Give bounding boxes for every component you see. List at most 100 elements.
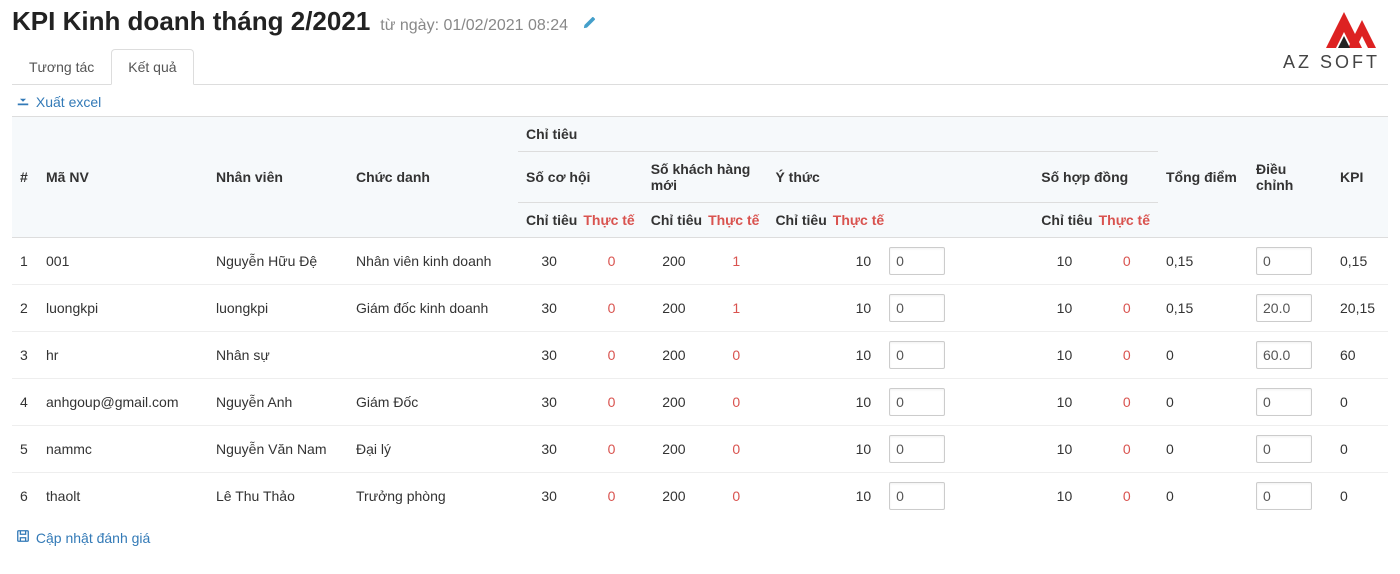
- cell-so-co-hoi-ct: 30: [518, 238, 580, 285]
- sub-so-hd: Chỉ tiêuThực tế: [1033, 203, 1158, 238]
- cell-so-hd-ct: 10: [1033, 238, 1095, 285]
- cell-so-hd-ct: 10: [1033, 379, 1095, 426]
- col-dieu-chinh: Điều chỉnh: [1248, 117, 1332, 238]
- y-thuc-input[interactable]: [889, 341, 945, 369]
- group-so-co-hoi: Số cơ hội: [518, 152, 643, 203]
- cell-dieu-chinh: [1248, 332, 1332, 379]
- dieu-chinh-input[interactable]: [1256, 388, 1312, 416]
- cell-so-khach-ct: 200: [643, 285, 705, 332]
- tabs: Tương tác Kết quả: [12, 49, 1388, 85]
- cell-so-khach-tt: 1: [705, 238, 767, 285]
- cell-so-co-hoi-ct: 30: [518, 473, 580, 520]
- table-row: 5nammcNguyễn Văn NamĐại lý30020001010000: [12, 426, 1388, 473]
- dieu-chinh-input[interactable]: [1256, 341, 1312, 369]
- brand-logo: AZ SOFT: [1283, 8, 1380, 73]
- cell-kpi: 60: [1332, 332, 1388, 379]
- cell-so-hd-ct: 10: [1033, 426, 1095, 473]
- y-thuc-input[interactable]: [889, 435, 945, 463]
- table-row: 2luongkpiluongkpiGiám đốc kinh doanh3002…: [12, 285, 1388, 332]
- page-subtitle: từ ngày: 01/02/2021 08:24: [380, 17, 568, 35]
- cell-ma-nv: 001: [38, 238, 208, 285]
- y-thuc-ct: 10: [856, 253, 872, 269]
- cell-so-hd-tt: 0: [1096, 426, 1158, 473]
- cell-y-thuc: 10: [767, 332, 1033, 379]
- col-nhan-vien: Nhân viên: [208, 117, 348, 238]
- cell-so-khach-tt: 0: [705, 473, 767, 520]
- cell-so-khach-ct: 200: [643, 332, 705, 379]
- cell-so-hd-tt: 0: [1096, 332, 1158, 379]
- table-row: 6thaoltLê Thu ThảoTrưởng phòng3002000101…: [12, 473, 1388, 520]
- cell-so-co-hoi-tt: 0: [580, 332, 642, 379]
- export-excel-link[interactable]: Xuất excel: [16, 94, 101, 110]
- dieu-chinh-input[interactable]: [1256, 482, 1312, 510]
- cell-so-hd-ct: 10: [1033, 332, 1095, 379]
- cell-nhan-vien: Nguyễn Văn Nam: [208, 426, 348, 473]
- page-title: KPI Kinh doanh tháng 2/2021: [12, 6, 370, 37]
- col-chi-tieu-group: Chỉ tiêu: [518, 117, 1158, 152]
- table-row: 3hrNhân sự300200010100060: [12, 332, 1388, 379]
- cell-kpi: 0: [1332, 473, 1388, 520]
- cell-ma-nv: hr: [38, 332, 208, 379]
- cell-so-co-hoi-ct: 30: [518, 332, 580, 379]
- cell-ma-nv: nammc: [38, 426, 208, 473]
- col-chuc-danh: Chức danh: [348, 117, 518, 238]
- cell-idx: 2: [12, 285, 38, 332]
- cell-nhan-vien: luongkpi: [208, 285, 348, 332]
- dieu-chinh-input[interactable]: [1256, 247, 1312, 275]
- y-thuc-ct: 10: [856, 300, 872, 316]
- cell-so-co-hoi-ct: 30: [518, 379, 580, 426]
- cell-dieu-chinh: [1248, 285, 1332, 332]
- cell-so-hd-tt: 0: [1096, 238, 1158, 285]
- cell-so-khach-ct: 200: [643, 238, 705, 285]
- cell-so-hd-tt: 0: [1096, 379, 1158, 426]
- cell-tong-diem: 0: [1158, 426, 1248, 473]
- sub-y-thuc: Chỉ tiêuThực tế: [767, 203, 1033, 238]
- cell-kpi: 20,15: [1332, 285, 1388, 332]
- cell-so-co-hoi-tt: 0: [580, 238, 642, 285]
- dieu-chinh-input[interactable]: [1256, 435, 1312, 463]
- cell-tong-diem: 0: [1158, 379, 1248, 426]
- cell-so-hd-tt: 0: [1096, 285, 1158, 332]
- logo-icon: [1308, 8, 1380, 50]
- cell-tong-diem: 0: [1158, 473, 1248, 520]
- col-kpi: KPI: [1332, 117, 1388, 238]
- cell-ma-nv: thaolt: [38, 473, 208, 520]
- cell-y-thuc: 10: [767, 473, 1033, 520]
- export-excel-label: Xuất excel: [36, 94, 101, 110]
- y-thuc-ct: 10: [856, 347, 872, 363]
- cell-so-khach-tt: 1: [705, 285, 767, 332]
- dieu-chinh-input[interactable]: [1256, 294, 1312, 322]
- cell-y-thuc: 10: [767, 379, 1033, 426]
- cell-chuc-danh: Trưởng phòng: [348, 473, 518, 520]
- sub-so-co-hoi: Chỉ tiêuThực tế: [518, 203, 643, 238]
- cell-kpi: 0: [1332, 426, 1388, 473]
- cell-so-khach-tt: 0: [705, 379, 767, 426]
- cell-so-khach-ct: 200: [643, 379, 705, 426]
- y-thuc-input[interactable]: [889, 247, 945, 275]
- cell-so-hd-ct: 10: [1033, 285, 1095, 332]
- cell-so-co-hoi-tt: 0: [580, 426, 642, 473]
- cell-kpi: 0: [1332, 379, 1388, 426]
- cell-so-co-hoi-ct: 30: [518, 426, 580, 473]
- y-thuc-input[interactable]: [889, 294, 945, 322]
- cell-nhan-vien: Nguyễn Hữu Đệ: [208, 238, 348, 285]
- group-y-thuc: Ý thức: [767, 152, 1033, 203]
- save-button[interactable]: Cập nhật đánh giá: [16, 530, 150, 546]
- cell-kpi: 0,15: [1332, 238, 1388, 285]
- cell-idx: 3: [12, 332, 38, 379]
- download-icon: [16, 94, 34, 110]
- cell-nhan-vien: Nguyễn Anh: [208, 379, 348, 426]
- cell-so-khach-tt: 0: [705, 332, 767, 379]
- tab-tuong-tac[interactable]: Tương tác: [12, 49, 111, 85]
- cell-dieu-chinh: [1248, 238, 1332, 285]
- tab-ket-qua[interactable]: Kết quả: [111, 49, 193, 85]
- cell-y-thuc: 10: [767, 285, 1033, 332]
- cell-chuc-danh: Giám Đốc: [348, 379, 518, 426]
- cell-chuc-danh: [348, 332, 518, 379]
- y-thuc-input[interactable]: [889, 388, 945, 416]
- cell-so-khach-ct: 200: [643, 426, 705, 473]
- y-thuc-input[interactable]: [889, 482, 945, 510]
- cell-idx: 4: [12, 379, 38, 426]
- edit-icon[interactable]: [582, 15, 597, 34]
- cell-nhan-vien: Lê Thu Thảo: [208, 473, 348, 520]
